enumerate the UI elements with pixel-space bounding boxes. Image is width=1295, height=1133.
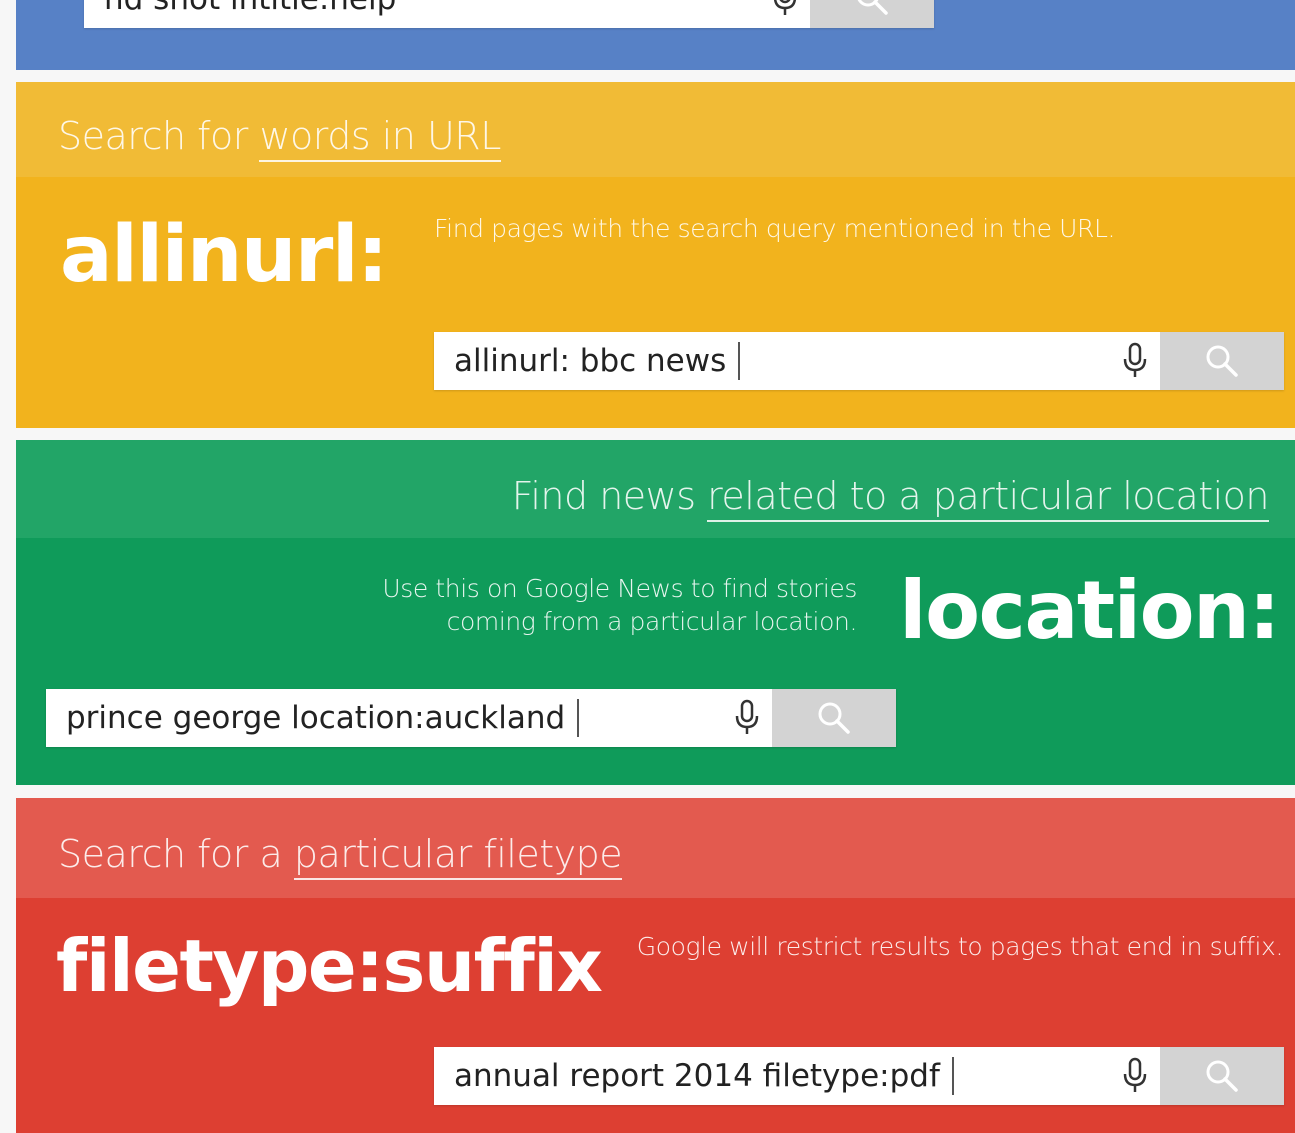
magnifier-icon <box>818 702 850 734</box>
search-button[interactable] <box>810 0 934 28</box>
magnifier-icon <box>1206 1060 1238 1092</box>
microphone-icon[interactable] <box>732 699 762 737</box>
location-search-input[interactable]: prince george location:auckland <box>66 689 580 747</box>
location-heading-link[interactable]: related to a particular location <box>707 474 1269 522</box>
filetype-heading-link[interactable]: particular filetype <box>293 832 623 880</box>
microphone-icon[interactable] <box>1120 1057 1150 1095</box>
microphone-icon[interactable] <box>1120 342 1150 380</box>
search-button[interactable] <box>772 689 896 747</box>
filetype-panel: Search for a particular filetype filetyp… <box>16 798 1295 1133</box>
text-caret <box>738 341 741 380</box>
filetype-heading: Search for a particular filetype <box>58 832 623 880</box>
allinurl-heading-link[interactable]: words in URL <box>259 114 501 162</box>
text-caret <box>577 698 580 737</box>
intitle-search-text[interactable]: nd shot intitle:help <box>104 0 396 28</box>
location-search-box[interactable]: prince george location:auckland <box>46 689 896 747</box>
microphone-icon[interactable] <box>770 0 800 18</box>
allinurl-panel: Search for words in URL allinurl: Find p… <box>16 82 1295 428</box>
allinurl-operator: allinurl: <box>60 210 388 300</box>
magnifier-icon <box>857 0 888 15</box>
filetype-operator: filetype:suffix <box>56 924 603 1008</box>
location-panel: Find news related to a particular locati… <box>16 440 1295 785</box>
location-heading: Find news related to a particular locati… <box>512 474 1269 522</box>
intitle-panel: nd shot intitle:help <box>16 0 1295 70</box>
filetype-search-input[interactable]: annual report 2014 filetype:pdf <box>454 1047 954 1105</box>
search-button[interactable] <box>1160 332 1284 390</box>
page: nd shot intitle:help Search for words in… <box>0 0 1295 1133</box>
location-operator: location: <box>899 564 1280 657</box>
allinurl-heading: Search for words in URL <box>58 114 501 162</box>
search-button[interactable] <box>1160 1047 1284 1105</box>
filetype-search-box[interactable]: annual report 2014 filetype:pdf <box>434 1047 1284 1105</box>
allinurl-search-box[interactable]: allinurl: bbc news <box>434 332 1284 390</box>
location-description: Use this on Google News to find stories … <box>382 574 857 636</box>
filetype-description: Google will restrict results to pages th… <box>636 932 1284 961</box>
allinurl-search-input[interactable]: allinurl: bbc news <box>454 332 741 390</box>
magnifier-icon <box>1206 345 1238 377</box>
intitle-search-box[interactable]: nd shot intitle:help <box>84 0 934 28</box>
allinurl-description: Find pages with the search query mention… <box>434 214 1116 243</box>
text-caret <box>951 1056 954 1095</box>
